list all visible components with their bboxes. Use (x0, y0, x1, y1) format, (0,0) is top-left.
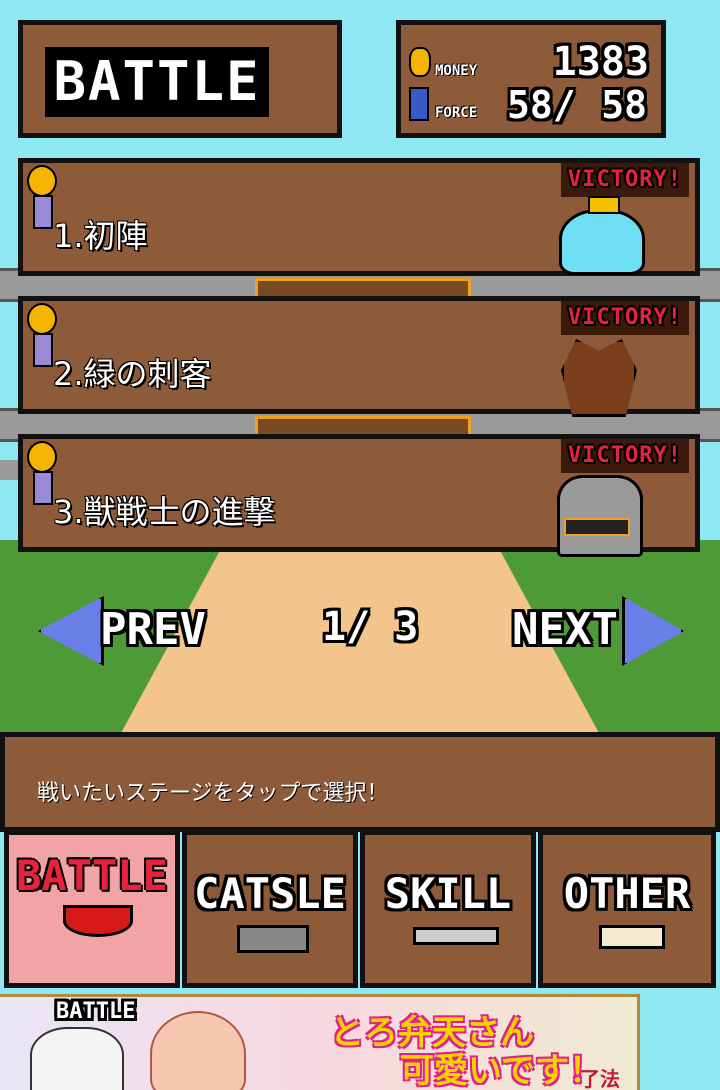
victory-badge: VICTORY! (561, 163, 689, 197)
status-panel: MONEY 1383 FORCE 58/ 58 (396, 20, 666, 138)
stage-title: 1.初陣 (53, 217, 148, 255)
stage-card-1[interactable]: 1.初陣 VICTORY! (18, 158, 700, 276)
force-label: FORCE (435, 105, 478, 121)
victory-badge: VICTORY! (561, 439, 689, 473)
tab-skill-label: SKILL (384, 869, 512, 918)
next-label: NEXT (512, 604, 618, 655)
horns-icon (63, 905, 133, 937)
tab-castle[interactable]: CATSLE (182, 830, 358, 988)
tab-skill[interactable]: SKILL (360, 830, 536, 988)
prev-button[interactable]: PREV (38, 596, 218, 666)
tab-battle-label: BATTLE (16, 851, 168, 900)
left-arrow-icon (38, 596, 104, 666)
right-arrow-icon (622, 596, 684, 666)
force-max: 58 (601, 83, 647, 127)
tab-other[interactable]: OTHER (538, 830, 716, 988)
blue-slime-icon (559, 196, 645, 275)
stage-title: 3.獣戦士の進撃 (53, 493, 276, 531)
sword-icon (413, 927, 499, 945)
hero-icon (409, 87, 429, 121)
money-value: 1383 (552, 39, 649, 85)
stage-card-2[interactable]: 2.緑の刺客 VICTORY! (18, 296, 700, 417)
money-label: MONEY (435, 63, 478, 79)
next-button[interactable]: NEXT (508, 596, 684, 666)
book-icon (599, 925, 665, 949)
ad-headline-2: 可愛いです！ (400, 1051, 603, 1090)
title-panel: BATTLE (18, 20, 342, 138)
message-text: 戦いたいステージをタップで選択！ (37, 781, 389, 806)
title-plate: BATTLE (45, 47, 269, 117)
page-indicator: 1/ 3 (322, 604, 419, 650)
tree-monster-icon (561, 339, 637, 417)
page-title: BATTLE (53, 50, 261, 113)
tab-battle[interactable]: BATTLE (4, 830, 180, 988)
ribbon-medal-icon (27, 301, 57, 389)
ribbon-medal-icon (27, 163, 57, 251)
stage-title: 2.緑の刺客 (53, 355, 212, 393)
tab-other-label: OTHER (563, 869, 691, 918)
victory-badge: VICTORY! (561, 301, 689, 335)
stone-wall (0, 460, 20, 480)
message-panel: 戦いたいステージをタップで選択！ (0, 732, 720, 832)
ad-logo: 了法寺 (580, 1067, 620, 1090)
stage-card-3[interactable]: 3.獣戦士の進撃 VICTORY! (18, 434, 700, 557)
castle-icon (237, 925, 309, 953)
ribbon-medal-icon (27, 439, 57, 527)
force-current: 58/ (507, 83, 576, 127)
tab-castle-label: CATSLE (194, 869, 346, 918)
prev-label: PREV (100, 604, 206, 655)
mascot-icon (30, 1027, 124, 1090)
ad-banner[interactable]: BATTLE とろ弁天さん 可愛いです！ 了法寺 (0, 994, 640, 1090)
coin-icon (409, 47, 431, 77)
ad-label: BATTLE (56, 999, 136, 1024)
beast-warrior-icon (557, 475, 643, 557)
anime-girl-icon (150, 1011, 246, 1090)
